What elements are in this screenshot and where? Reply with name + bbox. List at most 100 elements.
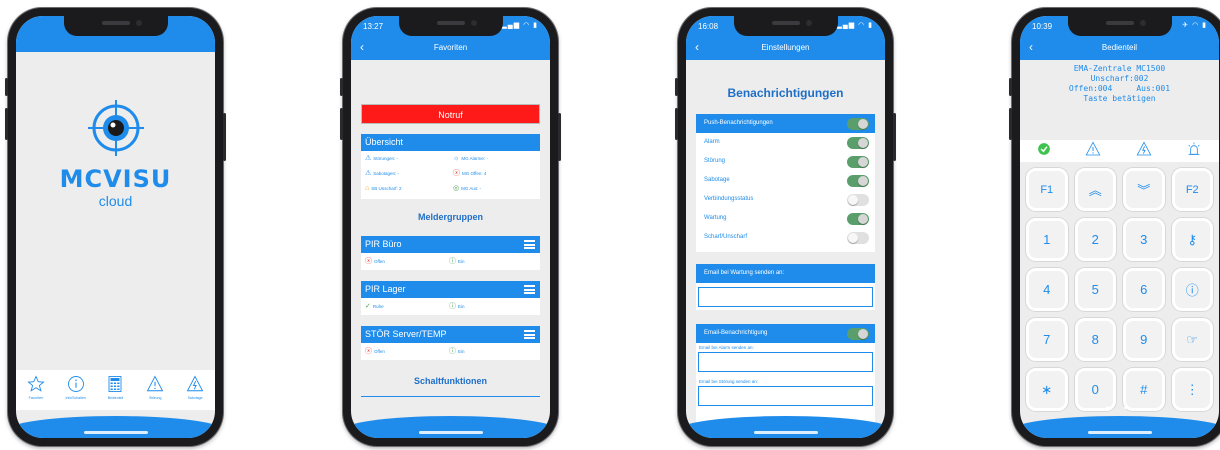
page-title: Bedienteil [1101, 43, 1138, 52]
key-7[interactable]: 7 [1026, 318, 1068, 361]
favoriten-screen: 13:27 ▂▄▆ ◠ ▮ ‹ Favoriten Notruf Übersic… [351, 16, 550, 438]
cross-circle-icon: ⓧ [365, 258, 372, 265]
status-icons: ✈ ◠ ▮ [1182, 22, 1207, 29]
groups-heading: Meldergruppen [417, 212, 483, 222]
sabotage-toggle[interactable] [847, 175, 869, 187]
tab-sabotage[interactable]: Sabotage [177, 374, 213, 400]
email-header: Email-Benachrichtigung [696, 324, 875, 343]
group-header[interactable]: PIR Büro [361, 236, 540, 253]
info-icon: ⓘ [449, 348, 456, 355]
status-time: 10:39 [1032, 22, 1053, 31]
check-circle-icon: ✓ [365, 303, 371, 310]
sabotage-icon [177, 374, 213, 394]
push-toggle[interactable] [847, 118, 869, 130]
group-state: ✓ Ruhe [365, 303, 384, 310]
group-state: ⓧ Offen [365, 348, 385, 355]
key-3[interactable]: 3 [1123, 218, 1165, 261]
toggle-row-stoerung: Störung [696, 152, 875, 171]
overview-panel: ⚠ Störungen: - ☼ MG Alarme: - ⚠ Sabotagen: … [361, 151, 540, 199]
key-8[interactable]: 8 [1074, 318, 1116, 361]
house-icon: ⌂ [365, 185, 370, 192]
page-dots: • • • • [753, 403, 818, 414]
alarm-email-input[interactable] [698, 352, 873, 372]
key-up[interactable]: ︽ [1074, 168, 1116, 211]
tab-favoriten[interactable]: Favoriten [18, 374, 54, 400]
email-toggle[interactable] [847, 328, 869, 340]
tab-label: Favoriten [28, 396, 44, 400]
tab-bar: Favoriten Info/Schalten Bedienteil Störu… [16, 370, 215, 410]
toggle-row-alarm: Alarm [696, 133, 875, 152]
functions-heading: Schaltfunktionen [413, 376, 487, 386]
einstellungen-screen: 16:08 ▂▄▆ ◠ ▮ ‹ Einstellungen Benachrich… [686, 16, 885, 438]
off-circle-icon: ◎ [453, 185, 460, 192]
overview-sb-unscharf: ⌂ SB Unscharf: 2 [365, 185, 402, 192]
tab-label: Sabotage [187, 396, 203, 400]
tab-label: Info/Schalten [65, 396, 86, 400]
bedienteil-screen: 10:39 ✈ ◠ ▮ ‹ Bedienteil EMA-Zentrale MC… [1020, 16, 1219, 438]
push-panel: Push-Benachrichtigungen Alarm Störung Sa… [696, 114, 875, 252]
key-info[interactable]: ⓘ [1171, 268, 1213, 311]
siren-icon [1186, 141, 1202, 162]
tab-stoerung[interactable]: Störung [137, 374, 173, 400]
group-state: ⓧ Offen [365, 258, 385, 265]
overview-stoerungen: ⚠ Störungen: - [365, 155, 399, 162]
key-9[interactable]: 9 [1123, 318, 1165, 361]
stoerung-toggle[interactable] [847, 156, 869, 168]
lcd-line: EMA-Zentrale MC1500 [1073, 64, 1166, 73]
toggle-row-wartung: Wartung [696, 209, 875, 228]
tab-info-schalten[interactable]: Info/Schalten [58, 374, 94, 400]
info-icon [58, 374, 94, 394]
key-hand[interactable]: ☞ [1171, 318, 1213, 361]
key-bell[interactable]: ⚷ [1171, 218, 1213, 261]
key-5[interactable]: 5 [1074, 268, 1116, 311]
group-header[interactable]: PIR Lager [361, 281, 540, 298]
menu-icon[interactable] [524, 285, 535, 294]
wartung-toggle[interactable] [847, 213, 869, 225]
key-2[interactable]: 2 [1074, 218, 1116, 261]
status-icons: ▂▄▆ ◠ ▮ [836, 22, 873, 29]
cross-circle-icon: ⓧ [365, 348, 372, 355]
notifications-heading: Benachrichtigungen [727, 86, 844, 100]
group-header[interactable]: STÖR Server/TEMP [361, 326, 540, 343]
lcd-display: EMA-Zentrale MC1500 Unscharf:002 Offen:0… [1020, 64, 1219, 104]
toggle-row-verbindung: Verbindungsstatus [696, 190, 875, 209]
key-6[interactable]: 6 [1123, 268, 1165, 311]
scharf-toggle[interactable] [847, 232, 869, 244]
menu-icon[interactable] [524, 330, 535, 339]
splash-screen: MCVISU cloud Favoriten Info/Schalten Bed… [16, 16, 215, 438]
push-header: Push-Benachrichtigungen [696, 114, 875, 133]
wartung-email-input[interactable] [698, 287, 873, 307]
menu-icon[interactable] [524, 240, 535, 249]
status-icons: ▂▄▆ ◠ ▮ [501, 22, 538, 29]
group-mode: ⓘ Ein [449, 258, 465, 265]
eye-logo-icon [87, 100, 144, 156]
tab-label: Störung [149, 396, 162, 400]
key-1[interactable]: 1 [1026, 218, 1068, 261]
alarm-toggle[interactable] [847, 137, 869, 149]
phone-einstellungen: 16:08 ▂▄▆ ◠ ▮ ‹ Einstellungen Benachrich… [675, 8, 896, 446]
warning-icon [1085, 140, 1101, 162]
notruf-button[interactable]: Notruf [361, 104, 540, 124]
alarm-email-label: Email bei Alarm senden an: [699, 345, 754, 350]
key-f2[interactable]: F2 [1171, 168, 1213, 211]
logo-title: MCVISU [59, 165, 172, 193]
stoerung-email-label: Email bei Störung senden an: [699, 379, 759, 384]
key-f1[interactable]: F1 [1026, 168, 1068, 211]
group-status: ⓧ Offen ⓘ Ein [361, 343, 540, 360]
star-icon [18, 374, 54, 394]
group-mode: ⓘ Ein [449, 348, 465, 355]
group-mode: ⓘ Ein [449, 303, 465, 310]
mcvisu-logo: MCVISU cloud [41, 100, 191, 209]
tab-bedienteil[interactable]: Bedienteil [97, 374, 133, 400]
phone-bedienteil: 10:39 ✈ ◠ ▮ ‹ Bedienteil EMA-Zentrale MC… [1009, 8, 1220, 446]
info-icon: ⓘ [449, 303, 456, 310]
overview-header[interactable]: Übersicht [361, 134, 540, 151]
warning-icon [137, 374, 173, 394]
key-down[interactable]: ︾ [1123, 168, 1165, 211]
verbindung-toggle[interactable] [847, 194, 869, 206]
page-title: Favoriten [433, 43, 468, 52]
key-4[interactable]: 4 [1026, 268, 1068, 311]
warning-icon: ⚠ [365, 155, 372, 162]
info-icon: ⓘ [449, 258, 456, 265]
page-dots: • • [1105, 403, 1134, 414]
